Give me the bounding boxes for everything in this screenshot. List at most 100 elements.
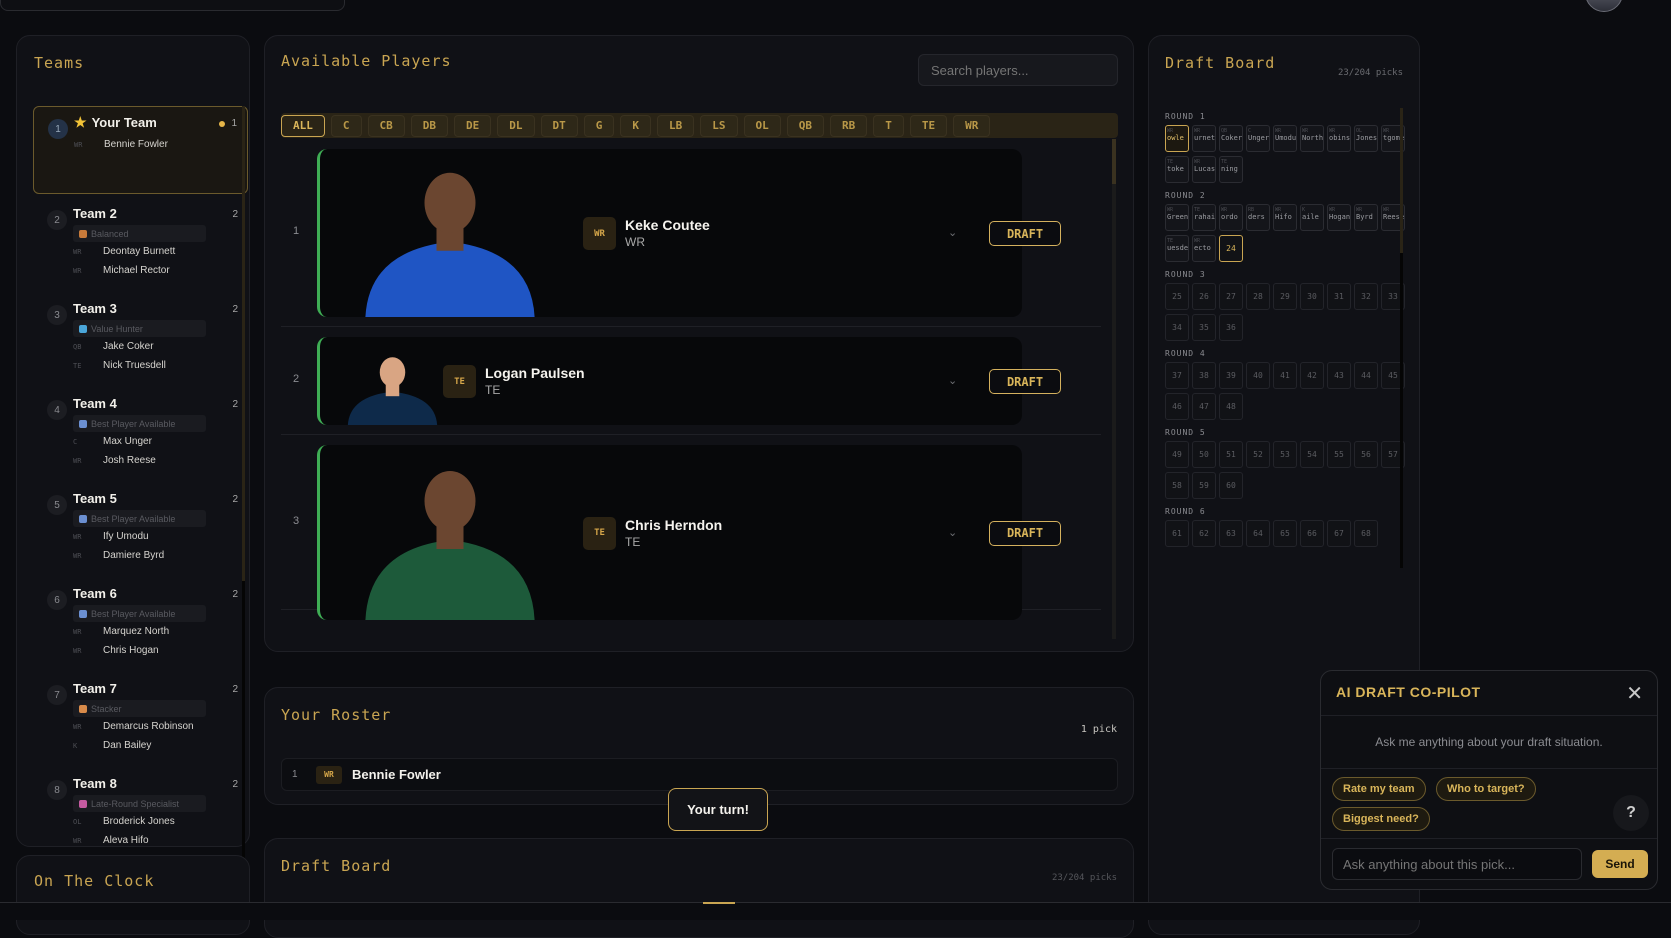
filter-ol[interactable]: OL xyxy=(743,114,781,137)
board-pick-cell[interactable]: TE ning xyxy=(1219,156,1243,183)
board-empty-cell[interactable]: 59 xyxy=(1192,472,1216,499)
board-empty-cell[interactable]: 68 xyxy=(1354,520,1378,547)
board-empty-cell[interactable]: 31 xyxy=(1327,283,1351,310)
board-empty-cell[interactable]: 50 xyxy=(1192,441,1216,468)
filter-rb[interactable]: RB xyxy=(830,114,868,137)
board-empty-cell[interactable]: 66 xyxy=(1300,520,1324,547)
filter-te[interactable]: TE xyxy=(909,114,948,137)
chip-biggest-need[interactable]: Biggest need? xyxy=(1332,807,1430,831)
board-empty-cell[interactable]: 38 xyxy=(1192,362,1216,389)
chip-who-to-target[interactable]: Who to target? xyxy=(1436,777,1536,801)
board-pick-cell[interactable]: WR owle xyxy=(1165,125,1189,152)
board-pick-cell[interactable]: WR ecto xyxy=(1192,235,1216,262)
board-pick-cell[interactable]: WRobinso xyxy=(1327,125,1351,152)
player-card[interactable]: TE Chris Herndon TE ⌄ xyxy=(317,445,1022,620)
filter-g[interactable]: G xyxy=(583,114,615,137)
filter-ls[interactable]: LS xyxy=(700,114,738,137)
help-button[interactable]: ? xyxy=(1613,795,1649,831)
board-empty-cell[interactable]: 34 xyxy=(1165,314,1189,341)
board-pick-cell[interactable]: Kaile xyxy=(1300,204,1324,231)
team-row-7[interactable]: 7 Team 7 2 Stacker WR Demarcus Robinson K Dan B… xyxy=(33,673,248,768)
filter-db[interactable]: DB xyxy=(410,114,448,137)
board-pick-cell[interactable]: WR Green xyxy=(1165,204,1189,231)
board-empty-cell[interactable]: 67 xyxy=(1327,520,1351,547)
team-row-1[interactable]: 1 ★ Your Team 1 WR Bennie Fowler xyxy=(33,106,248,194)
player-card[interactable]: TE Logan Paulsen TE ⌄ xyxy=(317,337,1022,425)
search-players-input[interactable] xyxy=(918,54,1118,86)
board-empty-cell[interactable]: 61 xyxy=(1165,520,1189,547)
filter-cb[interactable]: CB xyxy=(367,114,405,137)
team-row-2[interactable]: 2 Team 2 2 Balanced WR Deontay Burnett WR Micha… xyxy=(33,198,248,293)
board-pick-cell[interactable]: C Unger xyxy=(1246,125,1270,152)
player-list-scrollbar[interactable] xyxy=(1112,139,1116,639)
board-empty-cell[interactable]: 56 xyxy=(1354,441,1378,468)
board-empty-cell[interactable]: 47 xyxy=(1192,393,1216,420)
board-empty-cell[interactable]: 26 xyxy=(1192,283,1216,310)
board-empty-cell[interactable]: 46 xyxy=(1165,393,1189,420)
filter-lb[interactable]: LB xyxy=(657,114,695,137)
board-pick-cell[interactable]: TE rahai xyxy=(1192,204,1216,231)
draft-button[interactable]: DRAFT xyxy=(989,369,1061,394)
board-empty-cell[interactable]: 41 xyxy=(1273,362,1297,389)
board-empty-cell[interactable]: 32 xyxy=(1354,283,1378,310)
copilot-question-input[interactable] xyxy=(1332,848,1582,880)
filter-de[interactable]: DE xyxy=(454,114,492,137)
board-empty-cell[interactable]: 35 xyxy=(1192,314,1216,341)
filter-t[interactable]: T xyxy=(873,114,904,137)
board-empty-cell[interactable]: 63 xyxy=(1219,520,1243,547)
board-empty-cell[interactable]: 44 xyxy=(1354,362,1378,389)
board-pick-cell[interactable]: QB Coker xyxy=(1219,125,1243,152)
board-pick-cell[interactable]: WR ordo xyxy=(1219,204,1243,231)
user-avatar[interactable] xyxy=(1585,0,1623,12)
board-empty-cell[interactable]: 27 xyxy=(1219,283,1243,310)
board-empty-cell[interactable]: 29 xyxy=(1273,283,1297,310)
board-empty-cell[interactable]: 53 xyxy=(1273,441,1297,468)
board-pick-cell[interactable]: WR North xyxy=(1300,125,1324,152)
filter-all[interactable]: ALL xyxy=(281,114,325,137)
board-pick-cell[interactable]: WR Hogan xyxy=(1327,204,1351,231)
team-row-5[interactable]: 5 Team 5 2 Best Player Available WR Ify Umodu… xyxy=(33,483,248,578)
board-pick-cell[interactable]: TE uesde xyxy=(1165,235,1189,262)
board-pick-cell[interactable]: WR urnet xyxy=(1192,125,1216,152)
filter-wr[interactable]: WR xyxy=(953,114,991,137)
board-empty-cell[interactable]: 36 xyxy=(1219,314,1243,341)
team-row-3[interactable]: 3 Team 3 2 Value Hunter QB Jake Coker TE Nick T… xyxy=(33,293,248,388)
board-empty-cell[interactable]: 49 xyxy=(1165,441,1189,468)
team-row-6[interactable]: 6 Team 6 2 Best Player Available WR Marquez N… xyxy=(33,578,248,673)
board-pick-cell[interactable]: WR Byrd xyxy=(1354,204,1378,231)
board-empty-cell[interactable]: 65 xyxy=(1273,520,1297,547)
board-empty-cell[interactable]: 64 xyxy=(1246,520,1270,547)
board-empty-cell[interactable]: 43 xyxy=(1327,362,1351,389)
draft-button[interactable]: DRAFT xyxy=(989,221,1061,246)
board-pick-cell[interactable]: WR Lucas xyxy=(1192,156,1216,183)
board-empty-cell[interactable]: 25 xyxy=(1165,283,1189,310)
board-pick-cell[interactable]: TE toke xyxy=(1165,156,1189,183)
board-empty-cell[interactable]: 51 xyxy=(1219,441,1243,468)
filter-dt[interactable]: DT xyxy=(540,114,578,137)
chevron-down-icon[interactable]: ⌄ xyxy=(948,526,957,539)
team-row-4[interactable]: 4 Team 4 2 Best Player Available C Max Unger W… xyxy=(33,388,248,483)
chip-rate-my-team[interactable]: Rate my team xyxy=(1332,777,1426,801)
board-empty-cell[interactable]: 48 xyxy=(1219,393,1243,420)
filter-k[interactable]: K xyxy=(620,114,651,137)
board-empty-cell[interactable]: 28 xyxy=(1246,283,1270,310)
filter-dl[interactable]: DL xyxy=(497,114,535,137)
board-pick-cell[interactable]: RB ders xyxy=(1246,204,1270,231)
board-empty-cell[interactable]: 54 xyxy=(1300,441,1324,468)
filter-c[interactable]: C xyxy=(330,114,362,137)
board-empty-cell[interactable]: 55 xyxy=(1327,441,1351,468)
chevron-down-icon[interactable]: ⌄ xyxy=(948,226,957,239)
board-pick-cell[interactable]: OL Jones xyxy=(1354,125,1378,152)
chevron-down-icon[interactable]: ⌄ xyxy=(948,374,957,387)
player-card[interactable]: WR Keke Coutee WR ⌄ xyxy=(317,149,1022,317)
teams-scrollbar[interactable] xyxy=(242,106,245,866)
board-empty-cell[interactable]: 39 xyxy=(1219,362,1243,389)
draft-button[interactable]: DRAFT xyxy=(989,520,1061,546)
board-empty-cell[interactable]: 52 xyxy=(1246,441,1270,468)
team-row-8[interactable]: 8 Team 8 2 Late-Round Specialist OL Broderick… xyxy=(33,768,248,863)
board-empty-cell[interactable]: 30 xyxy=(1300,283,1324,310)
board-empty-cell[interactable]: 42 xyxy=(1300,362,1324,389)
close-icon[interactable]: ✕ xyxy=(1626,681,1643,706)
board-empty-cell[interactable]: 37 xyxy=(1165,362,1189,389)
draft-board-scrollbar[interactable] xyxy=(1400,108,1403,568)
